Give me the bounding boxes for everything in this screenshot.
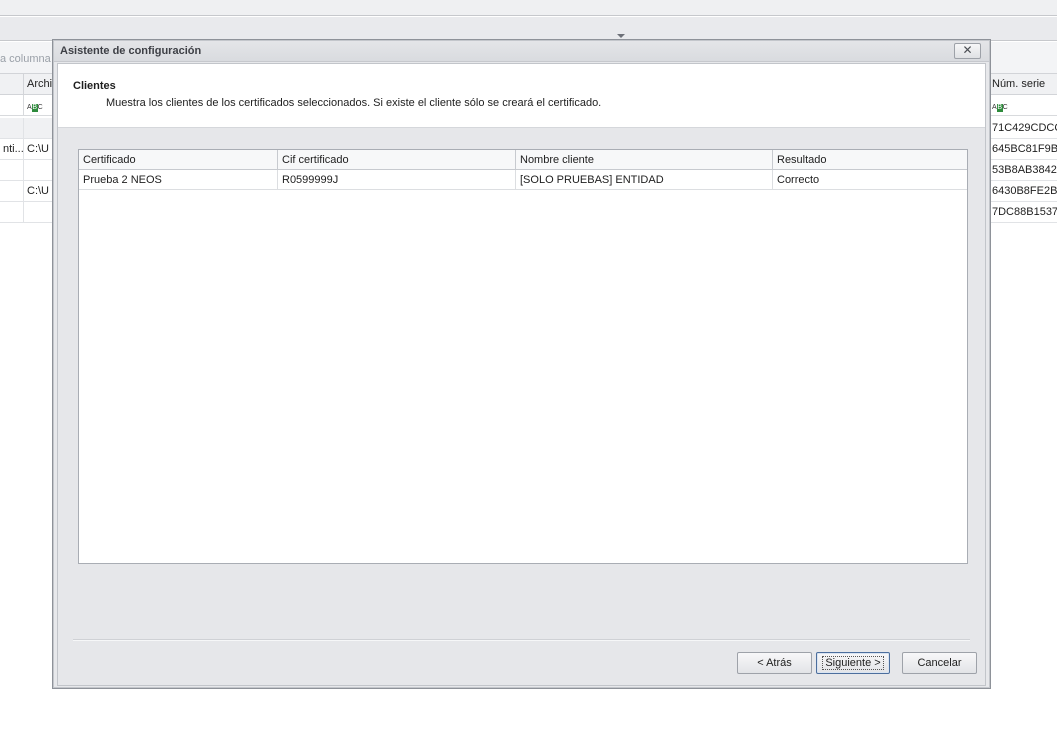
- table-cell-nombre-cliente[interactable]: [SOLO PRUEBAS] ENTIDAD: [516, 170, 773, 190]
- column-header-num-serie[interactable]: Núm. serie: [989, 74, 1057, 95]
- cancel-button[interactable]: Cancelar: [902, 652, 977, 674]
- column-header-cif-certificado[interactable]: Cif certificado: [278, 150, 516, 170]
- table-row[interactable]: 53B8AB38424: [989, 160, 1057, 181]
- table-row[interactable]: 71C429CDCC: [989, 118, 1057, 139]
- table-row[interactable]: C:\U: [24, 139, 54, 160]
- table-row[interactable]: 6430B8FE2B5: [989, 181, 1057, 202]
- table-row[interactable]: [24, 118, 54, 139]
- group-by-hint: a columna: [0, 53, 51, 65]
- next-button-label: Siguiente >: [822, 656, 884, 670]
- table-row[interactable]: [0, 118, 24, 139]
- table-row[interactable]: C:\U: [24, 181, 54, 202]
- page-description: Muestra los clientes de los certificados…: [106, 97, 602, 109]
- table-row[interactable]: nti...: [0, 139, 24, 160]
- column-header-archivo[interactable]: Archi: [24, 74, 54, 95]
- table-row[interactable]: [0, 202, 24, 223]
- table-row[interactable]: 7DC88B1537: [989, 202, 1057, 223]
- close-icon: ✕: [962, 43, 973, 57]
- page-title: Clientes: [73, 80, 116, 92]
- table-row[interactable]: 645BC81F9BI: [989, 139, 1057, 160]
- app-top-band: [0, 0, 1057, 16]
- next-button[interactable]: Siguiente >: [816, 652, 890, 674]
- abc-filter-icon: ABC: [27, 104, 43, 112]
- column-header-resultado[interactable]: Resultado: [773, 150, 967, 170]
- chevron-down-icon[interactable]: [617, 34, 625, 38]
- column-header-blank[interactable]: [0, 74, 24, 95]
- clients-table: Certificado Cif certificado Nombre clien…: [78, 149, 968, 564]
- filter-cell[interactable]: ABC: [989, 95, 1057, 116]
- column-header-certificado[interactable]: Certificado: [79, 150, 278, 170]
- table-cell-cif[interactable]: R0599999J: [278, 170, 516, 190]
- table-cell-certificado[interactable]: Prueba 2 NEOS: [79, 170, 278, 190]
- close-button[interactable]: ✕: [954, 43, 981, 59]
- table-row[interactable]: [24, 160, 54, 181]
- filter-cell[interactable]: ABC: [24, 95, 54, 116]
- back-button[interactable]: < Atrás: [737, 652, 812, 674]
- app-toolbar: [0, 17, 1057, 41]
- abc-filter-icon: ABC: [992, 104, 1008, 112]
- setup-wizard-dialog: Asistente de configuración ✕ Clientes Mu…: [52, 39, 991, 689]
- column-header-nombre-cliente[interactable]: Nombre cliente: [516, 150, 773, 170]
- footer-divider: [73, 639, 970, 641]
- wizard-page-header: Clientes Muestra los clientes de los cer…: [58, 64, 985, 128]
- dialog-body: Clientes Muestra los clientes de los cer…: [57, 63, 986, 686]
- table-cell-resultado[interactable]: Correcto: [773, 170, 967, 190]
- dialog-title: Asistente de configuración: [60, 45, 202, 57]
- filter-cell[interactable]: [0, 95, 24, 116]
- table-row[interactable]: [0, 181, 24, 202]
- dialog-titlebar[interactable]: Asistente de configuración ✕: [54, 41, 989, 62]
- table-row[interactable]: [0, 160, 24, 181]
- table-row[interactable]: [24, 202, 54, 223]
